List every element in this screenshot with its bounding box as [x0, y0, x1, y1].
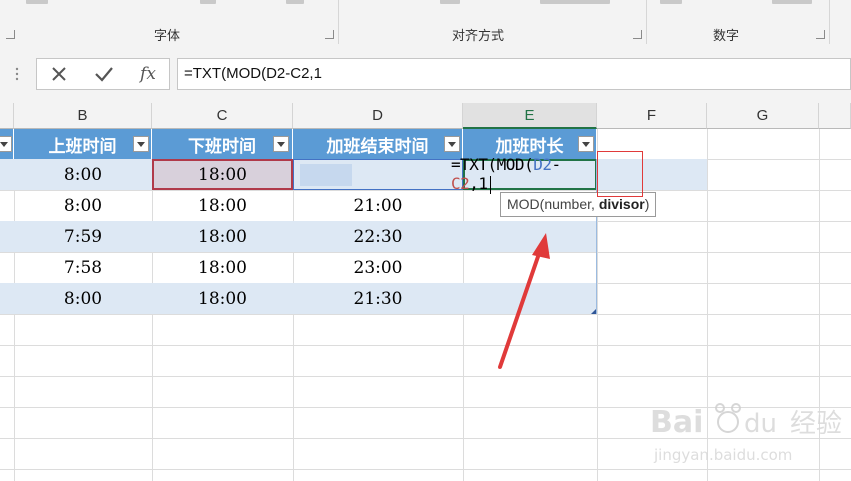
gridline [0, 314, 851, 315]
group-separator [338, 0, 339, 44]
column-header-G[interactable]: G [707, 103, 819, 129]
table-cell[interactable]: 18:00 [152, 283, 293, 314]
group-separator [829, 0, 830, 44]
ribbon-control-fragment[interactable] [200, 0, 216, 4]
table-header-label: 加班结束时间 [326, 136, 429, 157]
enter-check-icon[interactable] [82, 59, 126, 89]
group-label-alignment: 对齐方式 [452, 29, 505, 44]
gridline [0, 469, 851, 470]
column-header-D[interactable]: D [293, 103, 463, 129]
tooltip-close-paren: ) [644, 196, 650, 212]
svg-text:经验: 经验 [790, 409, 842, 439]
in-cell-formula: =TXT(MOD(D2-C2,1 [451, 155, 595, 194]
table-header-cell[interactable]: 加班结束时间 [293, 129, 463, 159]
column-header-B[interactable]: B [14, 103, 152, 129]
tooltip-function: MOD(number, [507, 196, 599, 212]
column-header-H-partial[interactable] [819, 103, 851, 129]
table-header-cell[interactable]: 上班时间 [14, 129, 152, 159]
table-cell[interactable]: 8:00 [14, 190, 152, 221]
ribbon-control-fragment[interactable] [286, 0, 304, 4]
table-cell[interactable]: 7:58 [14, 252, 152, 283]
svg-text:du: du [744, 409, 777, 439]
table-cell[interactable]: 21:30 [293, 283, 463, 314]
table-cell[interactable]: 18:00 [152, 252, 293, 283]
table-cell-referenced-D2[interactable] [293, 159, 463, 190]
group-label-number: 数字 [713, 29, 740, 44]
active-edit-cell-E2[interactable]: =TXT(MOD(D2-C2,1 [451, 155, 597, 194]
number-dialog-launcher-icon[interactable] [816, 30, 825, 39]
table-cell[interactable]: 8:00 [14, 283, 152, 314]
formula-minus: - [551, 155, 561, 175]
formula-prefix: =TXT(MOD( [451, 155, 534, 175]
annotation-highlight-box [597, 151, 643, 197]
baidu-jingyan-watermark-logo: Bai du 经验 jingyan.baidu.com [650, 403, 842, 464]
table-cell[interactable]: 22:30 [293, 221, 463, 252]
grip-handle-icon[interactable] [15, 67, 19, 81]
tooltip-current-argument[interactable]: divisor [599, 196, 645, 212]
svg-text:jingyan.baidu.com: jingyan.baidu.com [653, 446, 792, 464]
formula-ref-d2: D2 [533, 155, 552, 175]
gridline [0, 376, 851, 377]
table-header-cell[interactable]: 下班时间 [152, 129, 293, 159]
table-cell-referenced-C2[interactable]: 18:00 [152, 159, 293, 190]
table-header-label: 下班时间 [188, 136, 256, 157]
svg-text:Bai: Bai [650, 405, 703, 440]
ribbon-control-fragment[interactable] [440, 0, 460, 4]
filter-dropdown-icon[interactable] [0, 136, 12, 152]
formula-input[interactable]: =TXT(MOD(D2-C2,1 [177, 58, 851, 90]
ribbon: 字体 对齐方式 数字 [0, 0, 851, 46]
column-header-partial[interactable] [0, 103, 14, 129]
text-cursor [489, 175, 491, 194]
table-header-label: 上班时间 [48, 136, 117, 157]
table-cell[interactable]: 8:00 [14, 159, 152, 190]
table-cell[interactable]: 7:59 [14, 221, 152, 252]
filter-dropdown-icon[interactable] [273, 136, 289, 152]
annotation-arrow-icon [498, 233, 550, 369]
group-separator [646, 0, 647, 44]
cancel-icon[interactable] [37, 59, 81, 89]
ribbon-control-fragment[interactable] [26, 0, 48, 4]
formula-suffix: ,1 [469, 174, 488, 194]
table-cell[interactable]: 18:00 [152, 221, 293, 252]
reference-highlight [300, 164, 352, 186]
filter-dropdown-icon[interactable] [578, 136, 594, 152]
column-header-E[interactable]: E [463, 103, 597, 129]
table-cell-partial[interactable] [0, 221, 14, 252]
table-cell[interactable]: 18:00 [152, 190, 293, 221]
table-cell-partial[interactable] [0, 283, 14, 314]
filter-dropdown-icon[interactable] [133, 136, 149, 152]
formula-buttons: fx [36, 58, 170, 90]
ribbon-control-fragment[interactable] [660, 0, 682, 4]
group-label-font: 字体 [154, 29, 181, 44]
filter-dropdown-icon[interactable] [444, 136, 460, 152]
ribbon-control-fragment[interactable] [540, 0, 610, 4]
ribbon-control-fragment[interactable] [772, 0, 812, 4]
column-header-C[interactable]: C [152, 103, 293, 129]
font-dialog-launcher-icon[interactable] [325, 30, 334, 39]
insert-function-fx-button[interactable]: fx [126, 59, 170, 89]
dialog-launcher-icon[interactable] [6, 30, 15, 39]
table-header-label: 加班时长 [495, 136, 564, 157]
column-header-F[interactable]: F [597, 103, 707, 129]
table-cell[interactable]: 21:00 [293, 190, 463, 221]
table-cell[interactable]: 23:00 [293, 252, 463, 283]
table-resize-handle-icon[interactable] [591, 309, 596, 314]
alignment-dialog-launcher-icon[interactable] [633, 30, 642, 39]
gridline [0, 345, 851, 346]
table-cell-partial[interactable] [0, 159, 14, 190]
